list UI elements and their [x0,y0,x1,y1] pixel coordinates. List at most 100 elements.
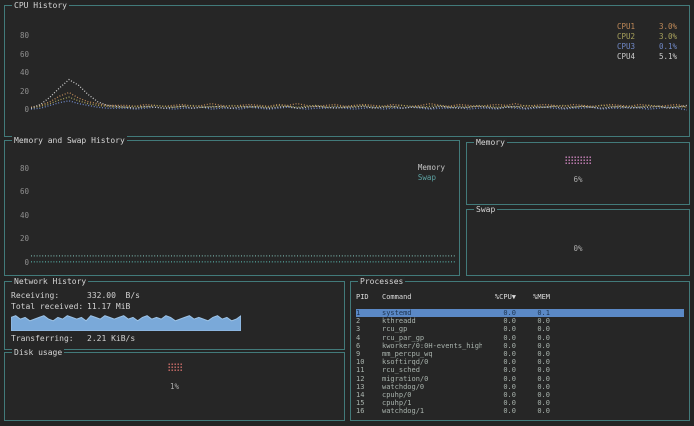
column-header-mem[interactable]: %MEM [516,293,550,301]
process-row[interactable]: 11rcu_sched0.00.0 [356,366,684,374]
process-mem: 0.0 [516,399,550,407]
process-mem: 0.0 [516,317,550,325]
cpu-legend-label: CPU1 [617,22,645,32]
cpu-legend-entry: CPU45.1% [617,52,677,62]
process-command: kthreadd [382,317,482,325]
process-row[interactable]: 14cpuhp/00.00.0 [356,391,684,399]
memory-swap-history-panel: Memory and Swap History 020406080 Memory… [4,140,460,276]
process-command: systemd [382,309,482,317]
process-row[interactable]: 4rcu_par_gp0.00.0 [356,334,684,342]
process-row[interactable]: 9mm_percpu_wq0.00.0 [356,350,684,358]
process-mem: 0.0 [516,366,550,374]
process-command: ksoftirqd/0 [382,358,482,366]
processes-header-row: PID Command %CPU▼ %MEM [356,293,684,301]
cpu-legend-value: 0.1% [645,42,677,52]
process-command: migration/0 [382,375,482,383]
cpu-y-axis: 0 20 40 60 80 [15,20,29,116]
cpu-history-panel: CPU History 020406080 CPU13.0%CPU23.0%CP… [4,5,690,137]
y-axis-tick: 20 [20,88,29,96]
processes-panel: Processes PID Command %CPU▼ %MEM 1system… [350,281,690,421]
process-command: rcu_sched [382,366,482,374]
process-command: watchdog/0 [382,383,482,391]
process-row[interactable]: 16watchdog/10.00.0 [356,407,684,415]
memory-swap-history-title: Memory and Swap History [12,136,127,145]
process-row[interactable]: 15cpuhp/10.00.0 [356,399,684,407]
cpu-history-title: CPU History [12,1,69,10]
cpu-legend-entry: CPU30.1% [617,42,677,52]
process-cpu: 0.0 [482,325,516,333]
column-header-pid[interactable]: PID [356,293,382,301]
process-command: cpuhp/1 [382,399,482,407]
column-header-command[interactable]: Command [382,293,482,301]
memory-usage-percent: 6% [573,175,582,184]
process-cpu: 0.0 [482,391,516,399]
network-history-title: Network History [12,277,88,286]
process-mem: 0.0 [516,358,550,366]
process-row[interactable]: 13watchdog/00.00.0 [356,383,684,391]
cpu-history-chart [31,22,687,116]
y-axis-tick: 80 [20,32,29,40]
cpu-legend-value: 3.0% [645,22,677,32]
disk-usage-title: Disk usage [12,348,64,357]
process-pid: 1 [356,309,382,317]
memswap-legend-entry: Swap [418,173,445,183]
process-cpu: 0.0 [482,334,516,342]
process-mem: 0.0 [516,383,550,391]
memswap-y-axis: 020406080 [15,155,29,271]
process-row-selected[interactable]: 1systemd0.00.1 [356,309,684,317]
swap-usage-percent: 0% [573,244,582,253]
process-pid: 2 [356,317,382,325]
cpu-legend-label: CPU2 [617,32,645,42]
process-pid: 16 [356,407,382,415]
cpu-legend-label: CPU4 [617,52,645,62]
process-row[interactable]: 10ksoftirqd/00.00.0 [356,358,684,366]
process-pid: 9 [356,350,382,358]
process-mem: 0.0 [516,325,550,333]
process-mem: 0.0 [516,407,550,415]
process-row[interactable]: 12migration/00.00.0 [356,375,684,383]
process-mem: 0.1 [516,309,550,317]
transferring-value: 2.21 KiB/s [87,334,135,343]
process-cpu: 0.0 [482,366,516,374]
process-pid: 12 [356,375,382,383]
process-pid: 14 [356,391,382,399]
process-row[interactable]: 2kthreadd0.00.0 [356,317,684,325]
process-mem: 0.0 [516,334,550,342]
process-cpu: 0.0 [482,342,516,350]
y-axis-tick: 60 [20,51,29,59]
y-axis-tick: 80 [20,165,29,173]
network-history-panel: Network History Receiving: 332.00 B/s To… [4,281,345,350]
process-pid: 4 [356,334,382,342]
process-list: 1systemd0.00.12kthreadd0.00.03rcu_gp0.00… [356,309,684,416]
process-cpu: 0.0 [482,350,516,358]
column-header-cpu-sort[interactable]: %CPU▼ [482,293,516,301]
process-cpu: 0.0 [482,317,516,325]
y-axis-tick: 40 [20,69,29,77]
process-cpu: 0.0 [482,399,516,407]
swap-gauge-title: Swap [474,205,497,214]
process-row[interactable]: 6kworker/0:0H-events_high0.00.0 [356,342,684,350]
memory-swap-chart [31,157,455,269]
y-axis-tick: 60 [20,188,29,196]
disk-usage-percent: 1% [170,382,179,391]
process-mem: 0.0 [516,350,550,358]
disk-usage-dots-icon [168,363,182,372]
cpu-legend-entry: CPU23.0% [617,32,677,42]
process-command: watchdog/1 [382,407,482,415]
cpu-legend-entry: CPU13.0% [617,22,677,32]
process-row[interactable]: 3rcu_gp0.00.0 [356,325,684,333]
disk-usage-panel: Disk usage 1% [4,352,345,421]
process-pid: 13 [356,383,382,391]
cpu-legend-value: 5.1% [645,52,677,62]
memswap-legend-entry: Memory [418,163,445,173]
process-command: mm_percpu_wq [382,350,482,358]
network-receive-sparkline [11,313,241,331]
processes-title: Processes [358,277,405,286]
process-pid: 10 [356,358,382,366]
cpu-legend-value: 3.0% [645,32,677,42]
process-mem: 0.0 [516,375,550,383]
process-command: kworker/0:0H-events_high [382,342,482,350]
y-axis-tick: 0 [24,106,29,114]
process-cpu: 0.0 [482,358,516,366]
y-axis-tick: 0 [24,259,29,267]
